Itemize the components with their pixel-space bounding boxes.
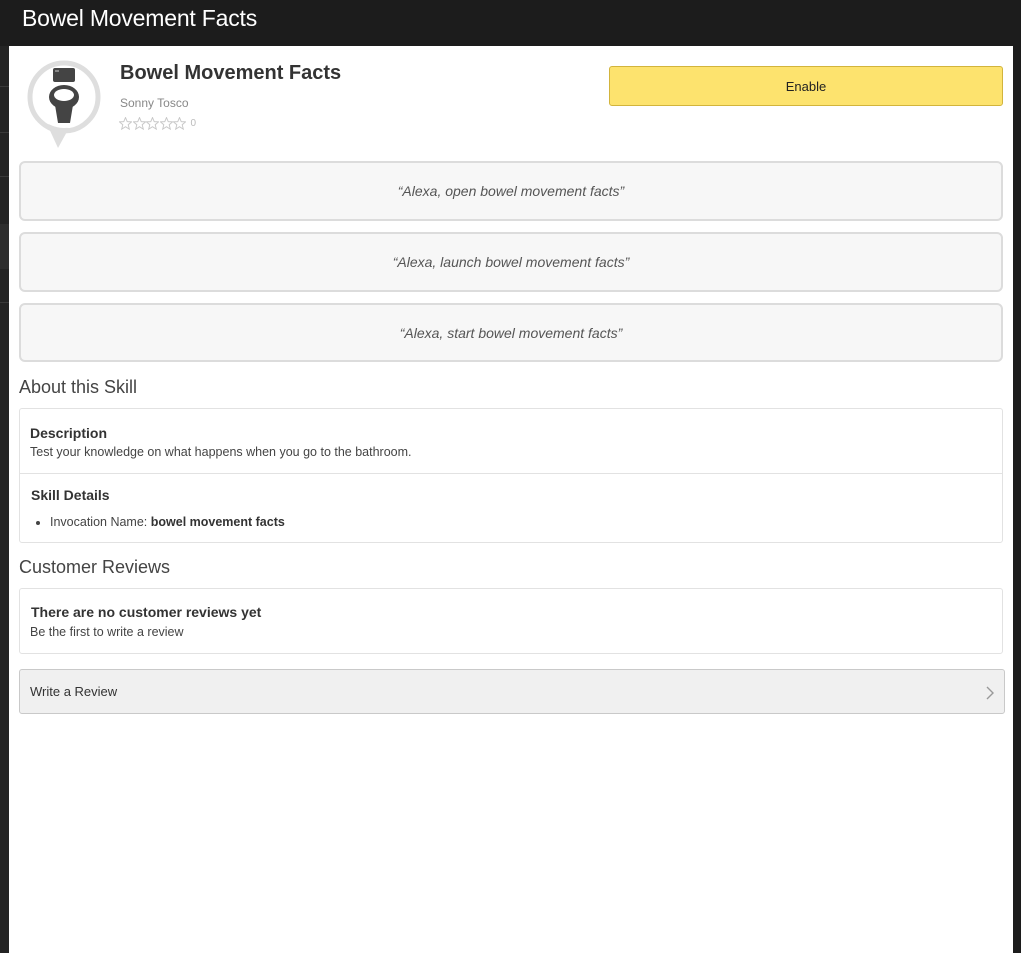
skill-title: Bowel Movement Facts: [120, 62, 342, 84]
enable-button[interactable]: Enable: [609, 66, 1003, 106]
invocation-name-item: Invocation Name: bowel movement facts: [50, 515, 285, 529]
utterance-card: “Alexa, open bowel movement facts”: [19, 161, 1003, 221]
window-title: Bowel Movement Facts: [22, 5, 258, 31]
utterance-card: “Alexa, launch bowel movement facts”: [19, 232, 1003, 292]
star-icon: [173, 116, 186, 130]
no-reviews-text: Be the first to write a review: [30, 625, 184, 639]
write-review-label: Write a Review: [30, 684, 118, 699]
skill-details-list: Invocation Name: bowel movement facts: [50, 515, 285, 529]
right-edge-strip: [1013, 46, 1021, 953]
star-icon: [119, 116, 132, 130]
skill-details-label: Skill Details: [31, 487, 110, 503]
chevron-right-icon: [986, 686, 994, 700]
skill-author[interactable]: Sonny Tosco: [120, 96, 189, 110]
star-icon: [146, 116, 159, 130]
invocation-label: Invocation Name:: [50, 515, 151, 529]
reviews-section-title: Customer Reviews: [19, 557, 171, 577]
skill-header: Bowel Movement Facts Sonny Tosco 0 Enabl…: [9, 46, 1013, 156]
write-review-button[interactable]: Write a Review: [19, 669, 1005, 714]
rating-count: 0: [190, 117, 197, 129]
star-icon: [159, 116, 173, 130]
star-rating[interactable]: 0: [119, 116, 196, 130]
about-skill-box: Description Test your knowledge on what …: [19, 408, 1003, 543]
description-text: Test your knowledge on what happens when…: [30, 445, 412, 459]
toilet-icon: [25, 58, 105, 148]
skill-detail-panel: Bowel Movement Facts Sonny Tosco 0 Enabl…: [9, 46, 1013, 953]
reviews-box: There are no customer reviews yet Be the…: [19, 588, 1003, 654]
utterance-card: “Alexa, start bowel movement facts”: [19, 303, 1003, 362]
no-reviews-title: There are no customer reviews yet: [31, 604, 262, 620]
description-section: Description Test your knowledge on what …: [20, 409, 1002, 474]
about-section-title: About this Skill: [19, 377, 138, 397]
left-edge-strip: [0, 46, 9, 953]
description-label: Description: [30, 425, 108, 441]
star-icon: [132, 116, 146, 130]
invocation-value: bowel movement facts: [150, 515, 285, 529]
window-titlebar: Bowel Movement Facts: [0, 0, 1021, 46]
